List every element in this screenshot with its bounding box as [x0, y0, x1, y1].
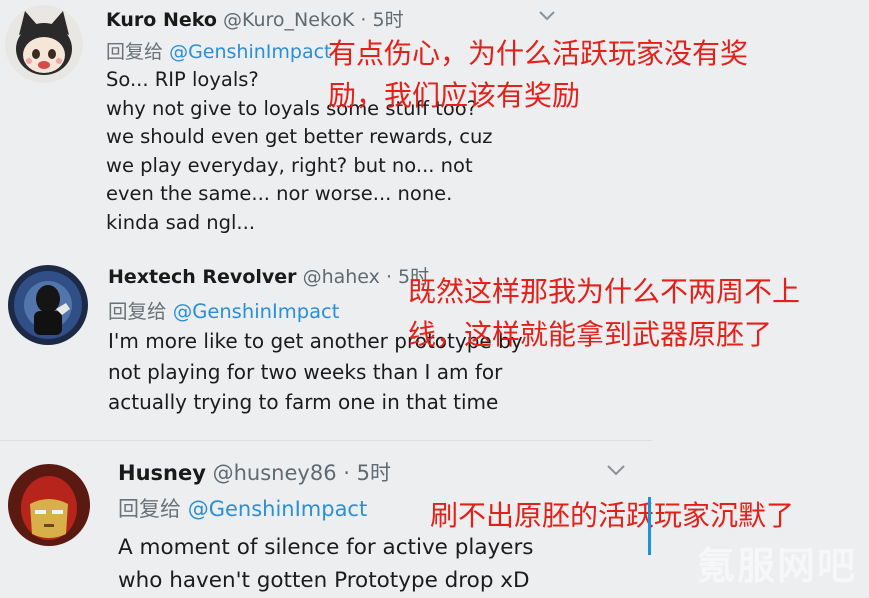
chevron-down-icon[interactable] [606, 461, 626, 482]
tweet-line: kinda sad ngl... [106, 210, 256, 234]
reply-prefix: 回复给 [108, 300, 167, 323]
watermark: 氪服网吧 [696, 544, 857, 588]
separator-dot: · [360, 9, 367, 31]
tweet-text: A moment of silence for active players w… [118, 531, 534, 597]
avatar[interactable] [8, 464, 90, 546]
tweet-line: actually trying to farm one in that time [108, 390, 499, 414]
author-name[interactable]: Husney [118, 461, 206, 485]
tweet-line: even the same... nor worse... none. [106, 182, 453, 206]
timestamp[interactable]: 5时 [373, 9, 404, 31]
annotation-line: 既然这样那我为什么不两周不上 [408, 275, 801, 308]
author-handle[interactable]: @hahex [303, 266, 380, 288]
avatar[interactable] [8, 265, 88, 345]
reply-mention-link[interactable]: @GenshinImpact [173, 300, 340, 323]
reply-context: 回复给 @GenshinImpact [106, 37, 332, 64]
annotation-text: 有点伤心，为什么活跃玩家没有奖 励，我们应该有奖励 [328, 33, 748, 117]
reply-context: 回复给 @GenshinImpact [108, 295, 339, 324]
annotation-line: 刷不出原胚的活跃玩家沉默了 [430, 499, 795, 532]
tweet-line: not playing for two weeks than I am for [108, 359, 503, 384]
timestamp[interactable]: 5时 [357, 461, 391, 485]
author-name[interactable]: Kuro Neko [106, 9, 217, 31]
tweet-kuro-neko: Kuro Neko @Kuro_NekoK · 5时 回复给 @GenshinI… [0, 0, 869, 250]
annotation-text: 既然这样那我为什么不两周不上 线，这样就能拿到武器原胚了 [408, 270, 800, 356]
reply-prefix: 回复给 [106, 41, 164, 63]
tweet-hextech-revolver: Hextech Revolver @hahex · 5时 回复给 @Genshi… [0, 250, 869, 440]
reply-prefix: 回复给 [118, 497, 181, 521]
reply-mention-link[interactable]: @GenshinImpact [188, 497, 368, 521]
reply-mention-link[interactable]: @GenshinImpact [169, 41, 331, 63]
avatar-iron-helmet-icon [8, 464, 90, 546]
tweet-line: who haven't gotten Prototype drop xD [118, 568, 530, 593]
avatar-character-icon [8, 265, 88, 345]
chevron-down-icon[interactable] [538, 6, 556, 27]
scroll-cursor [648, 497, 651, 555]
annotation-text: 刷不出原胚的活跃玩家沉默了 [430, 496, 794, 536]
reply-context: 回复给 @GenshinImpact [118, 493, 367, 523]
tweet-line: we play everyday, right? but no... not [106, 153, 473, 177]
tweet-line: we should even get better rewards, cuz [106, 125, 493, 149]
avatar-cat-girl-icon [5, 5, 83, 83]
annotation-line: 有点伤心，为什么活跃玩家没有奖 [328, 37, 749, 70]
author-handle[interactable]: @Kuro_NekoK [223, 9, 354, 31]
separator-dot: · [343, 461, 350, 485]
separator-dot: · [385, 266, 392, 288]
author-handle[interactable]: @husney86 [213, 461, 337, 485]
annotation-line: 励，我们应该有奖励 [328, 79, 581, 112]
annotation-line: 线，这样就能拿到武器原胚了 [408, 318, 773, 351]
author-name[interactable]: Hextech Revolver [108, 266, 297, 288]
avatar[interactable] [5, 5, 83, 83]
